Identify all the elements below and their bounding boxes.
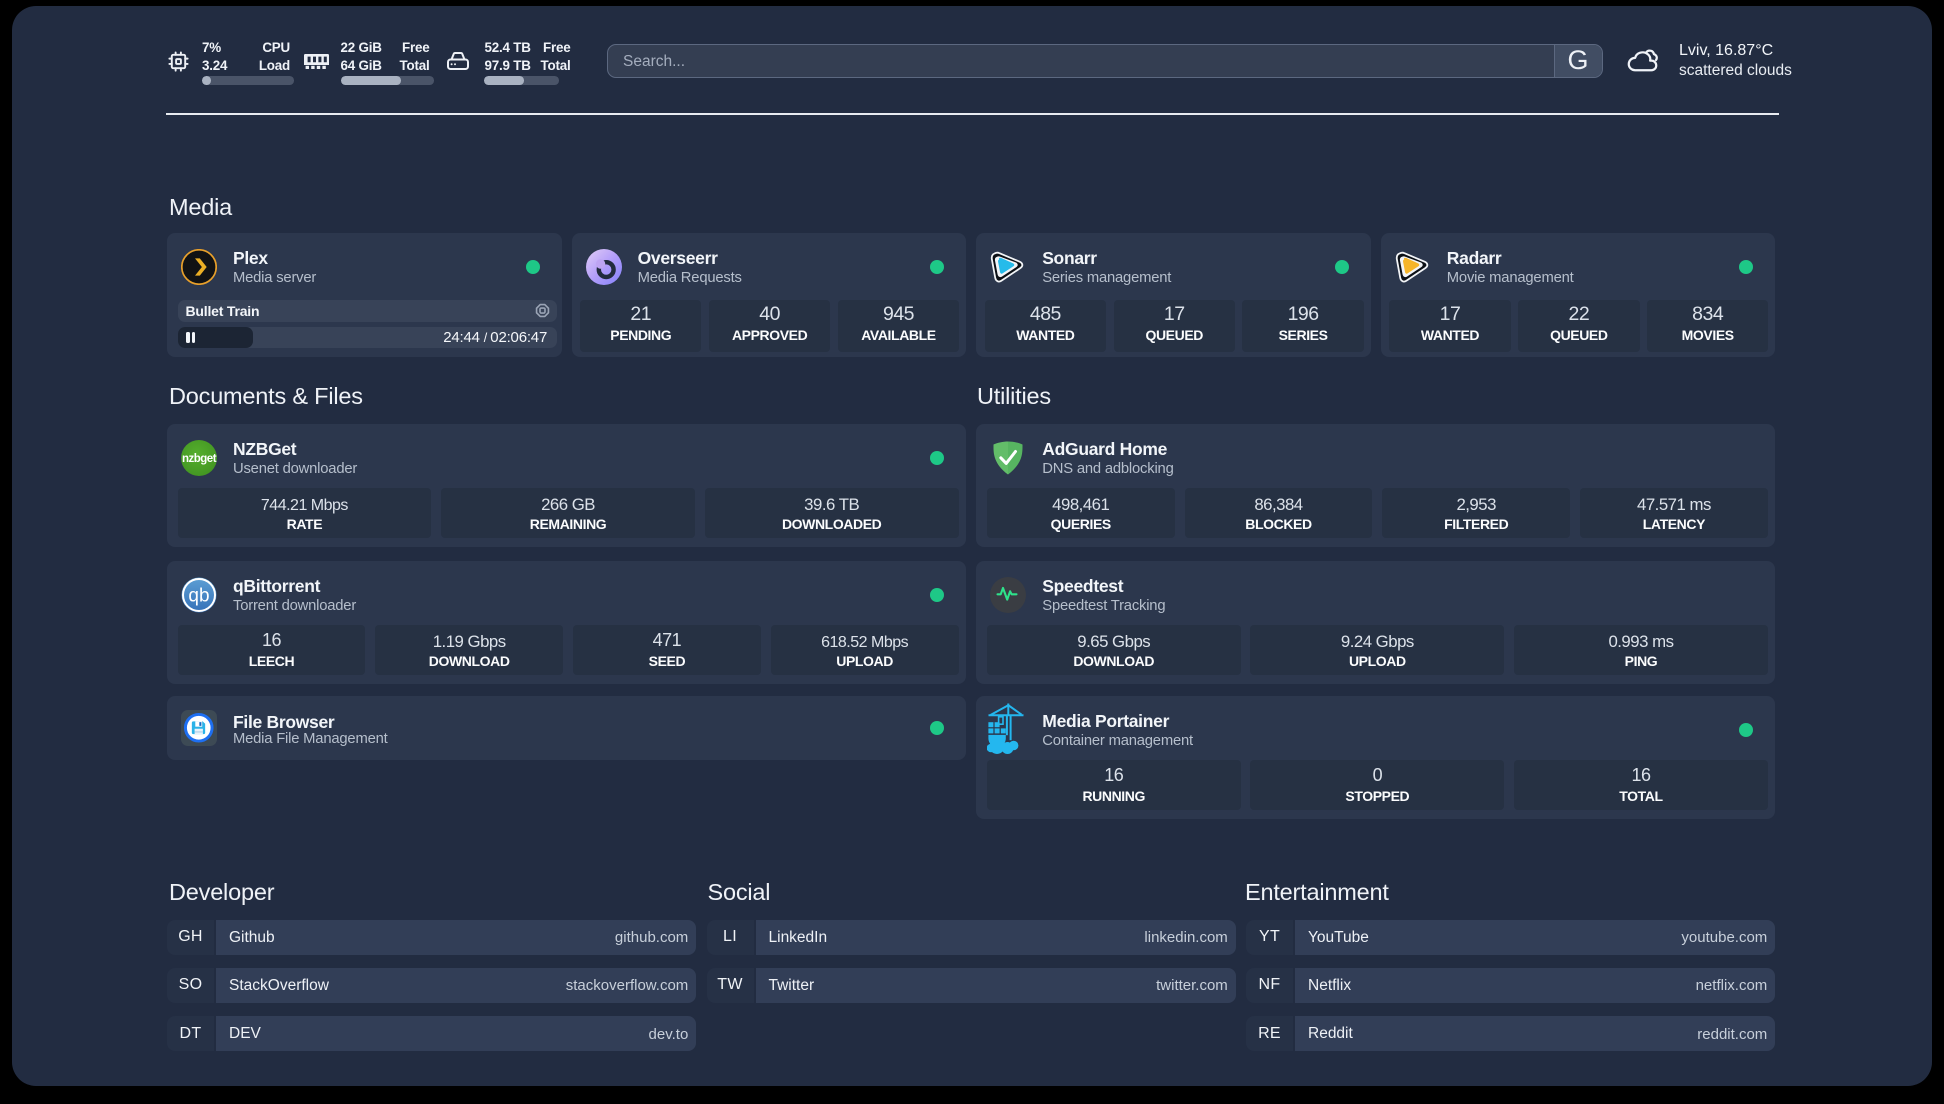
svg-text:nzbget: nzbget — [182, 453, 217, 465]
svg-text:qb: qb — [188, 585, 209, 606]
